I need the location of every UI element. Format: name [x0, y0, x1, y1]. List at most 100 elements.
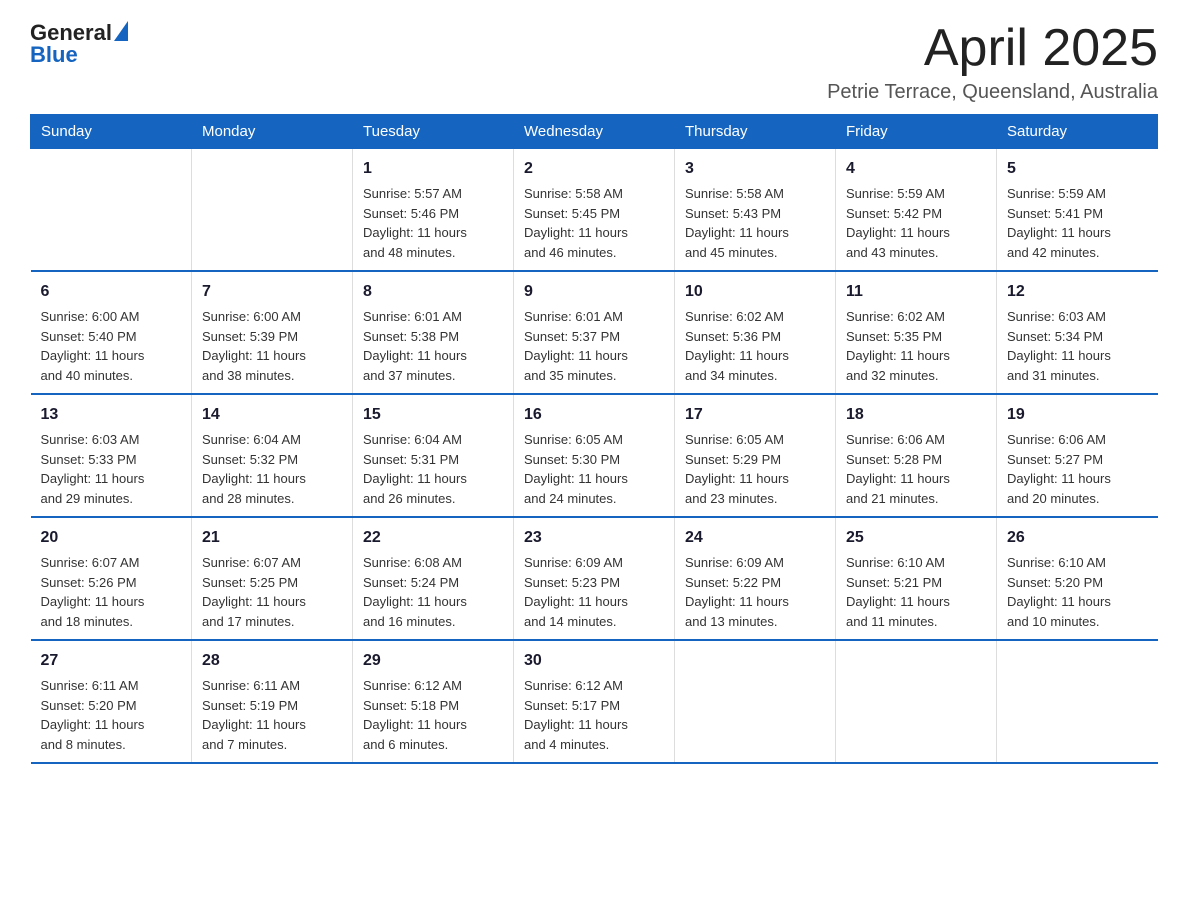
day-number: 5 [1007, 157, 1148, 181]
day-info: Sunrise: 6:03 AM Sunset: 5:34 PM Dayligh… [1007, 307, 1148, 385]
day-info: Sunrise: 6:05 AM Sunset: 5:30 PM Dayligh… [524, 430, 664, 508]
day-info: Sunrise: 5:59 AM Sunset: 5:41 PM Dayligh… [1007, 184, 1148, 262]
day-info: Sunrise: 6:11 AM Sunset: 5:19 PM Dayligh… [202, 676, 342, 754]
day-number: 17 [685, 403, 825, 427]
calendar-cell: 17 Sunrise: 6:05 AM Sunset: 5:29 PM Dayli… [675, 394, 836, 517]
day-info: Sunrise: 6:08 AM Sunset: 5:24 PM Dayligh… [363, 553, 503, 631]
day-number: 21 [202, 526, 342, 550]
calendar-cell: 13 Sunrise: 6:03 AM Sunset: 5:33 PM Dayli… [31, 394, 192, 517]
day-number: 30 [524, 649, 664, 673]
day-info: Sunrise: 6:06 AM Sunset: 5:28 PM Dayligh… [846, 430, 986, 508]
calendar-cell: 21 Sunrise: 6:07 AM Sunset: 5:25 PM Dayli… [192, 517, 353, 640]
calendar-table: SundayMondayTuesdayWednesdayThursdayFrid… [30, 114, 1158, 764]
calendar-week-row: 20 Sunrise: 6:07 AM Sunset: 5:26 PM Dayli… [31, 517, 1158, 640]
day-number: 23 [524, 526, 664, 550]
day-number: 13 [41, 403, 182, 427]
calendar-week-row: 6 Sunrise: 6:00 AM Sunset: 5:40 PM Daylig… [31, 271, 1158, 394]
calendar-cell: 2 Sunrise: 5:58 AM Sunset: 5:45 PM Daylig… [514, 149, 675, 272]
day-number: 24 [685, 526, 825, 550]
day-info: Sunrise: 5:59 AM Sunset: 5:42 PM Dayligh… [846, 184, 986, 262]
day-info: Sunrise: 5:58 AM Sunset: 5:43 PM Dayligh… [685, 184, 825, 262]
calendar-cell: 25Sunrise: 6:10 AM Sunset: 5:21 PM Dayli… [836, 517, 997, 640]
calendar-cell: 26 Sunrise: 6:10 AM Sunset: 5:20 PM Dayli… [997, 517, 1158, 640]
calendar-cell: 29 Sunrise: 6:12 AM Sunset: 5:18 PM Dayli… [353, 640, 514, 763]
day-number: 12 [1007, 280, 1148, 304]
day-info: Sunrise: 5:57 AM Sunset: 5:46 PM Dayligh… [363, 184, 503, 262]
day-info: Sunrise: 6:03 AM Sunset: 5:33 PM Dayligh… [41, 430, 182, 508]
day-number: 14 [202, 403, 342, 427]
day-number: 1 [363, 157, 503, 181]
day-info: Sunrise: 6:09 AM Sunset: 5:23 PM Dayligh… [524, 553, 664, 631]
day-info: Sunrise: 6:07 AM Sunset: 5:25 PM Dayligh… [202, 553, 342, 631]
day-info: Sunrise: 6:05 AM Sunset: 5:29 PM Dayligh… [685, 430, 825, 508]
calendar-week-row: 27 Sunrise: 6:11 AM Sunset: 5:20 PM Dayli… [31, 640, 1158, 763]
calendar-week-row: 13 Sunrise: 6:03 AM Sunset: 5:33 PM Dayli… [31, 394, 1158, 517]
day-number: 10 [685, 280, 825, 304]
day-info: Sunrise: 5:58 AM Sunset: 5:45 PM Dayligh… [524, 184, 664, 262]
day-number: 18 [846, 403, 986, 427]
calendar-cell: 16 Sunrise: 6:05 AM Sunset: 5:30 PM Dayli… [514, 394, 675, 517]
calendar-cell: 22 Sunrise: 6:08 AM Sunset: 5:24 PM Dayli… [353, 517, 514, 640]
day-number: 20 [41, 526, 182, 550]
day-info: Sunrise: 6:04 AM Sunset: 5:32 PM Dayligh… [202, 430, 342, 508]
day-info: Sunrise: 6:01 AM Sunset: 5:37 PM Dayligh… [524, 307, 664, 385]
day-info: Sunrise: 6:09 AM Sunset: 5:22 PM Dayligh… [685, 553, 825, 631]
day-number: 7 [202, 280, 342, 304]
day-number: 6 [41, 280, 182, 304]
calendar-cell: 27 Sunrise: 6:11 AM Sunset: 5:20 PM Dayli… [31, 640, 192, 763]
page-header: General Blue April 2025 Petrie Terrace, … [30, 20, 1158, 104]
day-info: Sunrise: 6:00 AM Sunset: 5:40 PM Dayligh… [41, 307, 182, 385]
calendar-cell: 24 Sunrise: 6:09 AM Sunset: 5:22 PM Dayli… [675, 517, 836, 640]
day-number: 15 [363, 403, 503, 427]
day-number: 22 [363, 526, 503, 550]
header-day-sunday: Sunday [31, 115, 192, 149]
calendar-cell: 28Sunrise: 6:11 AM Sunset: 5:19 PM Dayli… [192, 640, 353, 763]
day-info: Sunrise: 6:04 AM Sunset: 5:31 PM Dayligh… [363, 430, 503, 508]
day-info: Sunrise: 6:07 AM Sunset: 5:26 PM Dayligh… [41, 553, 182, 631]
calendar-cell [192, 149, 353, 272]
header-day-tuesday: Tuesday [353, 115, 514, 149]
header-day-wednesday: Wednesday [514, 115, 675, 149]
day-number: 11 [846, 280, 986, 304]
calendar-cell: 15 Sunrise: 6:04 AM Sunset: 5:31 PM Dayli… [353, 394, 514, 517]
calendar-cell: 10 Sunrise: 6:02 AM Sunset: 5:36 PM Dayli… [675, 271, 836, 394]
day-number: 26 [1007, 526, 1148, 550]
day-number: 16 [524, 403, 664, 427]
day-info: Sunrise: 6:02 AM Sunset: 5:36 PM Dayligh… [685, 307, 825, 385]
calendar-week-row: 1 Sunrise: 5:57 AM Sunset: 5:46 PM Daylig… [31, 149, 1158, 272]
calendar-cell: 3 Sunrise: 5:58 AM Sunset: 5:43 PM Daylig… [675, 149, 836, 272]
calendar-cell: 11Sunrise: 6:02 AM Sunset: 5:35 PM Dayli… [836, 271, 997, 394]
day-info: Sunrise: 6:11 AM Sunset: 5:20 PM Dayligh… [41, 676, 182, 754]
calendar-cell [836, 640, 997, 763]
day-number: 27 [41, 649, 182, 673]
day-number: 19 [1007, 403, 1148, 427]
calendar-cell: 5 Sunrise: 5:59 AM Sunset: 5:41 PM Daylig… [997, 149, 1158, 272]
day-info: Sunrise: 6:10 AM Sunset: 5:21 PM Dayligh… [846, 553, 986, 631]
title-area: April 2025 Petrie Terrace, Queensland, A… [827, 20, 1158, 104]
day-info: Sunrise: 6:06 AM Sunset: 5:27 PM Dayligh… [1007, 430, 1148, 508]
day-number: 29 [363, 649, 503, 673]
day-info: Sunrise: 6:10 AM Sunset: 5:20 PM Dayligh… [1007, 553, 1148, 631]
calendar-cell [31, 149, 192, 272]
header-day-friday: Friday [836, 115, 997, 149]
calendar-cell: 20 Sunrise: 6:07 AM Sunset: 5:26 PM Dayli… [31, 517, 192, 640]
calendar-cell [997, 640, 1158, 763]
logo-triangle-icon [114, 21, 128, 41]
day-number: 9 [524, 280, 664, 304]
calendar-cell: 23 Sunrise: 6:09 AM Sunset: 5:23 PM Dayli… [514, 517, 675, 640]
day-number: 8 [363, 280, 503, 304]
day-info: Sunrise: 6:01 AM Sunset: 5:38 PM Dayligh… [363, 307, 503, 385]
day-info: Sunrise: 6:12 AM Sunset: 5:18 PM Dayligh… [363, 676, 503, 754]
day-info: Sunrise: 6:12 AM Sunset: 5:17 PM Dayligh… [524, 676, 664, 754]
day-number: 4 [846, 157, 986, 181]
calendar-cell: 30 Sunrise: 6:12 AM Sunset: 5:17 PM Dayli… [514, 640, 675, 763]
day-info: Sunrise: 6:00 AM Sunset: 5:39 PM Dayligh… [202, 307, 342, 385]
calendar-cell: 8 Sunrise: 6:01 AM Sunset: 5:38 PM Daylig… [353, 271, 514, 394]
day-number: 3 [685, 157, 825, 181]
calendar-cell [675, 640, 836, 763]
calendar-cell: 19 Sunrise: 6:06 AM Sunset: 5:27 PM Dayli… [997, 394, 1158, 517]
calendar-cell: 1 Sunrise: 5:57 AM Sunset: 5:46 PM Daylig… [353, 149, 514, 272]
day-number: 2 [524, 157, 664, 181]
header-day-saturday: Saturday [997, 115, 1158, 149]
calendar-cell: 18 Sunrise: 6:06 AM Sunset: 5:28 PM Dayli… [836, 394, 997, 517]
